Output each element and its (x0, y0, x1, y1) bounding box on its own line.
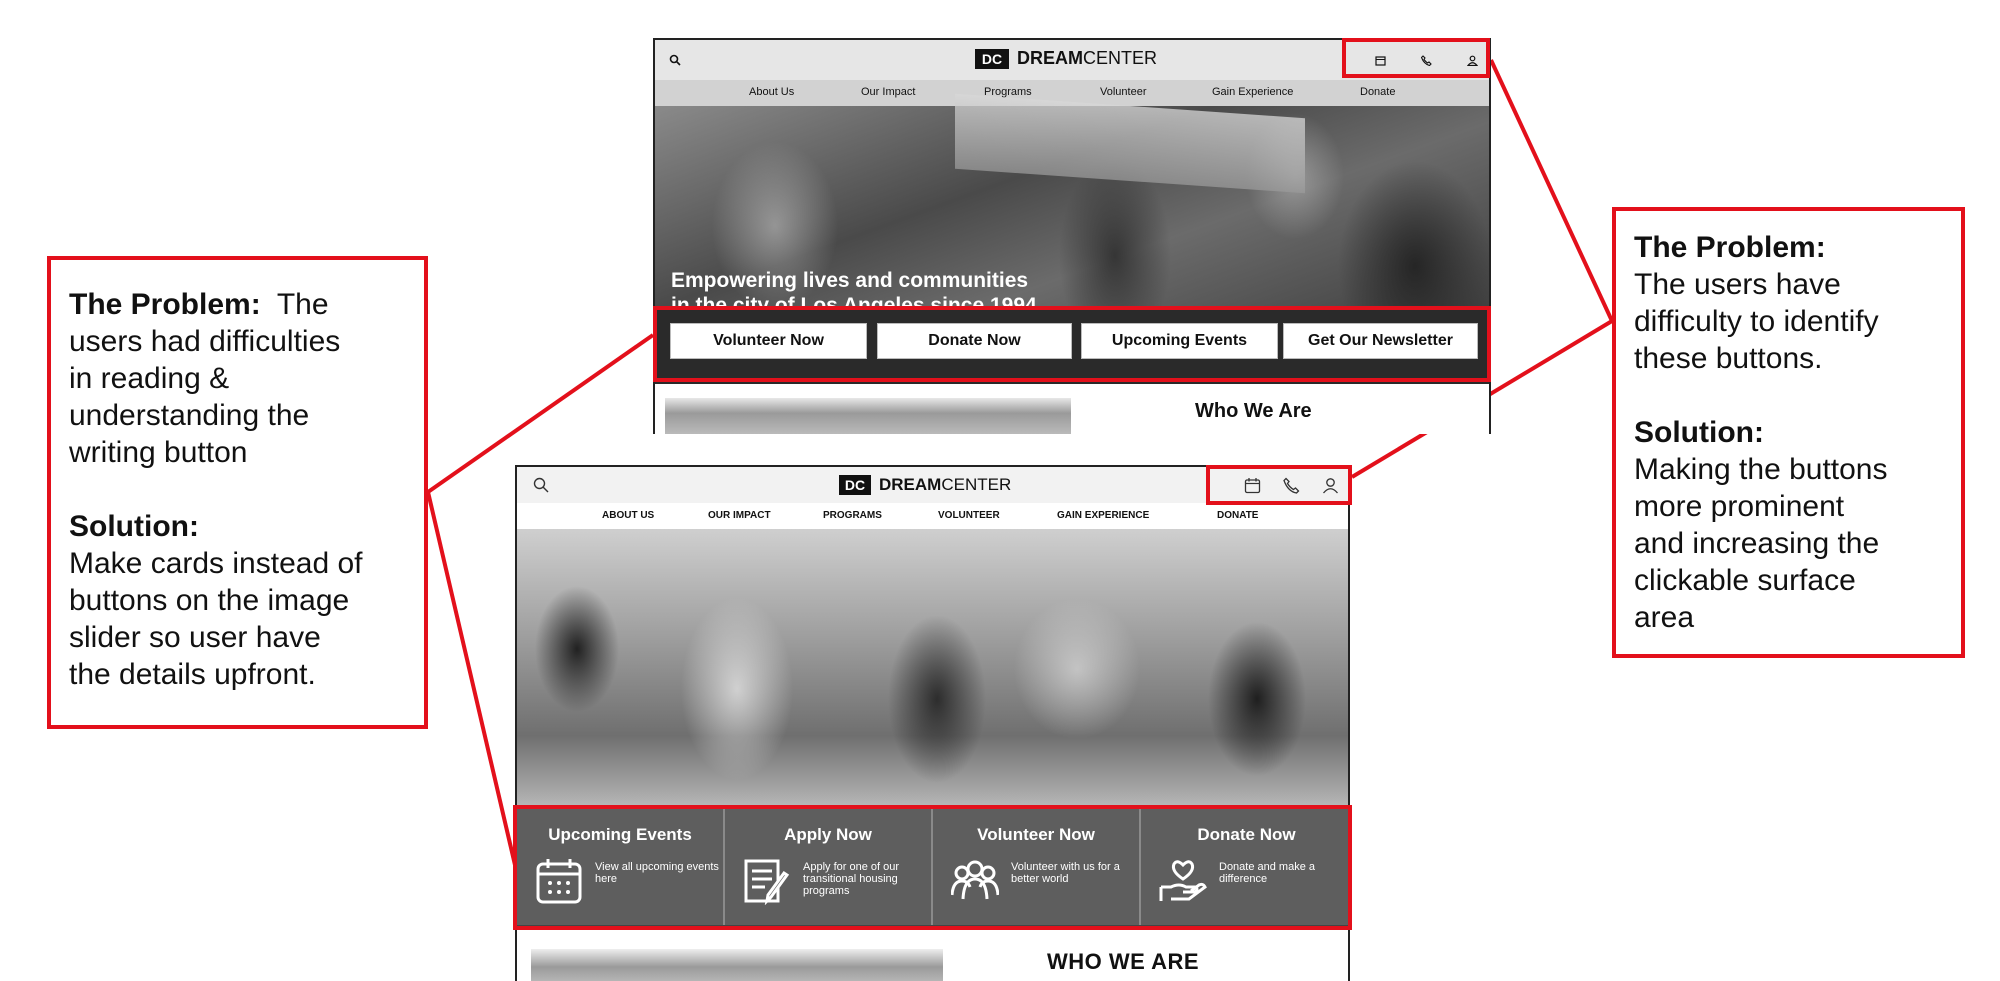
right-solution-label: Solution: (1634, 416, 1764, 449)
connector-left-bottom (426, 491, 517, 866)
old-below-fold: Who We Are (655, 384, 1489, 434)
logo-mark: DC (839, 475, 871, 495)
highlight-old-buttons (653, 306, 1491, 382)
new-nav-item[interactable]: DONATE (1217, 510, 1258, 521)
highlight-old-header-icons (1342, 38, 1490, 78)
right-problem-label: The Problem: (1634, 231, 1826, 264)
new-nav-item[interactable]: OUR IMPACT (708, 510, 771, 521)
left-solution-text: Make cards instead of (69, 547, 363, 580)
left-annotation-box: The Problem: The users had difficulties … (47, 256, 428, 729)
left-solution-label: Solution: (69, 510, 199, 543)
highlight-new-cards (513, 805, 1352, 930)
old-nav-item[interactable]: Donate (1360, 86, 1395, 98)
left-problem-text: in reading & (69, 362, 230, 395)
left-problem-text: understanding the (69, 399, 310, 432)
new-logo[interactable]: DC DREAMCENTER (839, 475, 1011, 495)
hero-line-1: Empowering lives and communities (671, 269, 1029, 292)
right-annotation-box: The Problem: The users have difficulty t… (1612, 207, 1965, 658)
logo-mark: DC (975, 48, 1009, 69)
left-problem-text: users had difficulties (69, 325, 341, 358)
new-hero-image (517, 529, 1348, 805)
new-below-fold: WHO WE ARE (517, 925, 1348, 981)
old-section-title: Who We Are (1195, 400, 1312, 422)
logo-text-light: CENTER (1083, 48, 1158, 68)
new-nav-item[interactable]: GAIN EXPERIENCE (1057, 510, 1149, 521)
new-nav-item[interactable]: ABOUT US (602, 510, 654, 521)
search-icon[interactable] (533, 477, 549, 493)
new-nav-item[interactable]: PROGRAMS (823, 510, 882, 521)
right-solution-text: area (1634, 601, 1695, 634)
new-nav-item[interactable]: VOLUNTEER (938, 510, 1000, 521)
left-problem-text: writing button (69, 436, 248, 469)
right-solution-text: more prominent (1634, 490, 1845, 523)
right-problem-text: these buttons. (1634, 342, 1823, 375)
right-solution-text: and increasing the (1634, 527, 1880, 560)
left-problem-label: The Problem: (69, 288, 261, 321)
highlight-new-header-icons (1206, 465, 1352, 505)
old-logo[interactable]: DC DREAMCENTER (975, 48, 1157, 69)
new-section-image (531, 949, 943, 981)
right-solution-text: clickable surface (1634, 564, 1856, 597)
old-nav-item[interactable]: Our Impact (861, 86, 915, 98)
left-problem-text: The (276, 288, 329, 321)
left-solution-text: buttons on the image (69, 584, 350, 617)
old-nav-item[interactable]: Volunteer (1100, 86, 1146, 98)
search-icon[interactable] (669, 54, 681, 66)
old-section-image (665, 398, 1071, 434)
left-solution-text: the details upfront. (69, 658, 316, 691)
connector-right-top (1489, 59, 1614, 322)
new-section-title: WHO WE ARE (1047, 949, 1200, 974)
logo-text-bold: DREAM (879, 475, 942, 494)
right-problem-text: difficulty to identify (1634, 305, 1879, 338)
logo-text-light: CENTER (941, 475, 1012, 494)
logo-text-bold: DREAM (1017, 48, 1083, 68)
right-problem-text: The users have (1634, 268, 1841, 301)
left-solution-text: slider so user have (69, 621, 321, 654)
hero-truck-shape (955, 93, 1305, 194)
right-solution-text: Making the buttons (1634, 453, 1888, 486)
old-nav-item[interactable]: Gain Experience (1212, 86, 1293, 98)
old-nav-item[interactable]: About Us (749, 86, 794, 98)
new-nav: ABOUT US OUR IMPACT PROGRAMS VOLUNTEER G… (517, 503, 1348, 530)
